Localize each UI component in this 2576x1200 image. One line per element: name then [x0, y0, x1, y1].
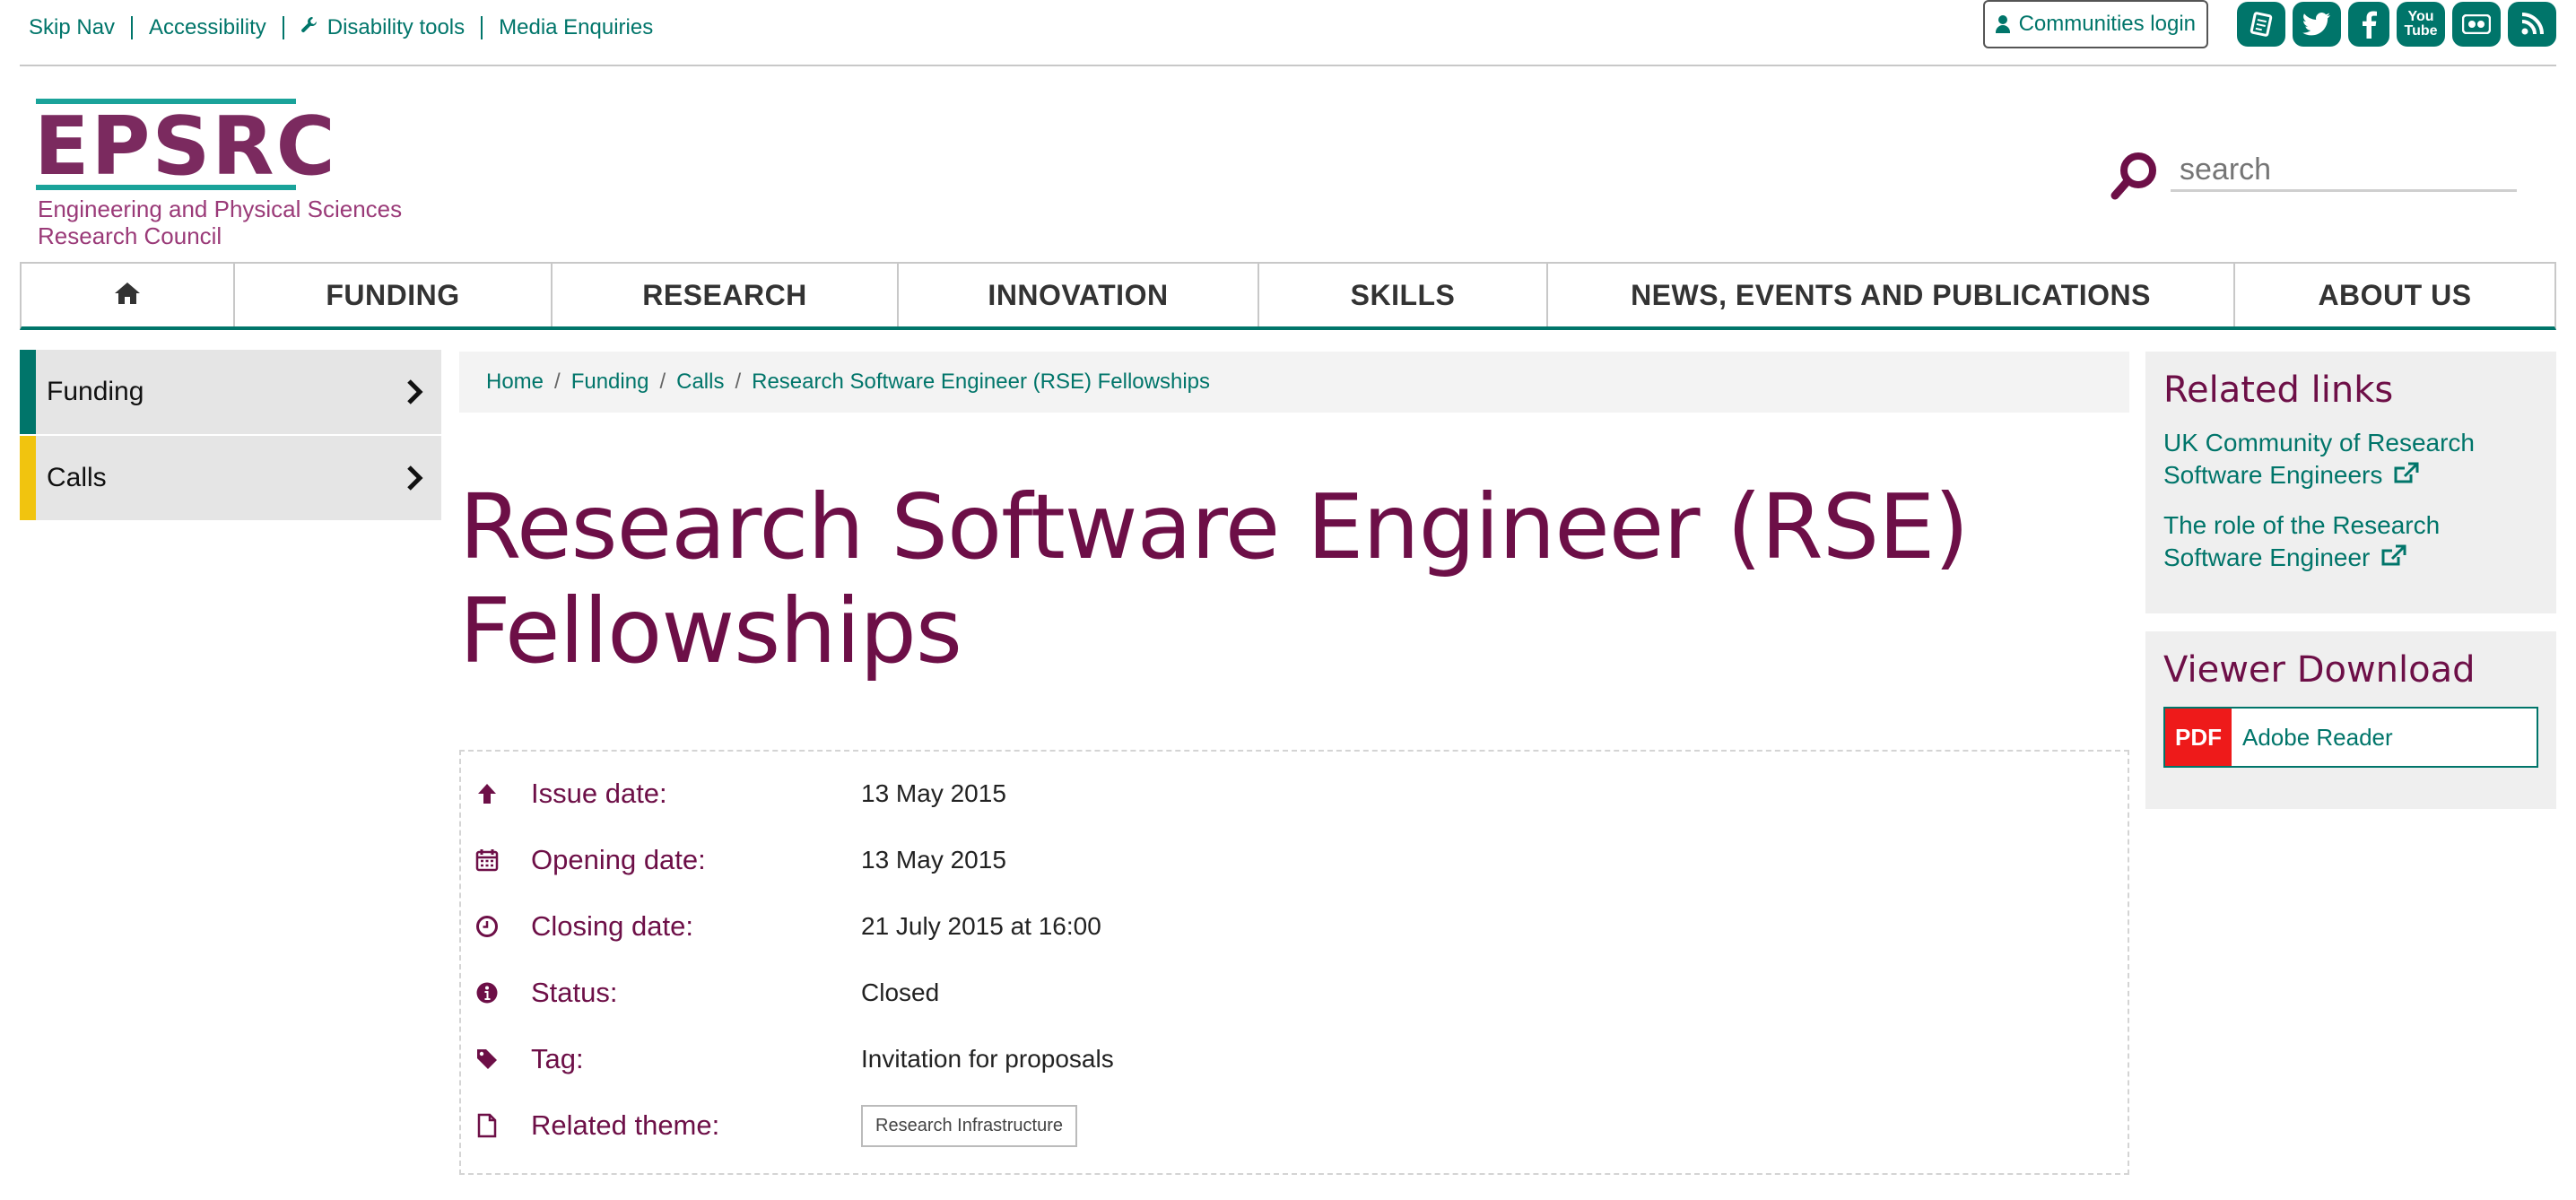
logo-subtitle-line1: Engineering and Physical Sciences: [38, 196, 403, 222]
person-icon: [1995, 15, 2010, 33]
breadcrumb: Home / Funding / Calls / Research Softwa…: [459, 352, 2129, 413]
clock-icon: [474, 913, 500, 940]
logo-subtitle: Engineering and Physical Sciences Resear…: [38, 196, 402, 249]
search-box: [2108, 143, 2520, 201]
section-sidebar: Funding Calls: [20, 350, 441, 522]
external-link-icon: [2393, 461, 2420, 493]
calendar-icon: [474, 847, 500, 874]
utility-right: Communities login You Tube: [1982, 0, 2556, 48]
nav-home[interactable]: [22, 264, 235, 326]
adobe-reader-download[interactable]: PDF Adobe Reader: [2163, 707, 2538, 768]
chevron-right-icon: [396, 374, 432, 410]
logo-wordmark: EPSRC: [34, 100, 337, 194]
nav-innovation[interactable]: INNOVATION: [899, 264, 1259, 326]
tag-icon: [474, 1046, 500, 1073]
utility-bar: Skip Nav Accessibility Disability tools …: [20, 0, 2556, 66]
breadcrumb-separator: /: [659, 370, 666, 394]
viewer-download-heading: Viewer Download: [2163, 649, 2476, 691]
issue-date-label: Issue date:: [531, 778, 667, 809]
disability-tools-label: Disability tools: [326, 15, 466, 39]
sidebar-item-label: Funding: [47, 377, 144, 406]
accessibility-link[interactable]: Accessibility: [133, 16, 284, 39]
related-link-line2: Software Engineer: [2163, 543, 2371, 571]
breadcrumb-separator: /: [554, 370, 561, 394]
related-theme-row: Related theme: Research Infrastructure: [461, 1103, 2128, 1148]
page-title-line1: Research Software Engineer (RSE): [459, 474, 1969, 579]
issue-date-row: Issue date: 13 May 2015: [461, 771, 2128, 816]
status-row: Status: Closed: [461, 970, 2128, 1015]
youtube-icon[interactable]: You Tube: [2397, 2, 2445, 47]
nav-skills[interactable]: SKILLS: [1259, 264, 1548, 326]
nav-news-events-publications[interactable]: NEWS, EVENTS AND PUBLICATIONS: [1548, 264, 2235, 326]
closing-date-row: Closing date: 21 July 2015 at 16:00: [461, 904, 2128, 949]
youtube-icon-text: You Tube: [2404, 9, 2438, 39]
logo-bottom-bar: [36, 185, 296, 190]
tag-label: Tag:: [531, 1043, 584, 1074]
breadcrumb-home[interactable]: Home: [486, 370, 544, 395]
breadcrumb-current[interactable]: Research Software Engineer (RSE) Fellows…: [752, 370, 1210, 395]
related-links-heading: Related links: [2163, 370, 2394, 411]
opening-date-value: 13 May 2015: [861, 846, 1006, 874]
related-links-panel: Related links UK Community of Research S…: [2145, 352, 2556, 613]
communities-login-button[interactable]: Communities login: [1982, 0, 2208, 48]
related-link-line2: Software Engineers: [2163, 461, 2383, 489]
status-label: Status:: [531, 977, 618, 1008]
opening-date-label: Opening date:: [531, 844, 706, 875]
pdf-icon: PDF: [2165, 709, 2232, 766]
facebook-icon[interactable]: [2348, 2, 2389, 47]
tag-value: Invitation for proposals: [861, 1045, 1114, 1073]
breadcrumb-separator: /: [735, 370, 742, 394]
info-icon: [474, 979, 500, 1006]
rss-icon[interactable]: [2508, 2, 2556, 47]
twitter-icon[interactable]: [2293, 2, 2341, 47]
sidebar-stripe-funding: [20, 350, 36, 434]
skip-nav-link[interactable]: Skip Nav: [29, 16, 134, 39]
sidebar-item-calls[interactable]: Calls: [20, 436, 441, 520]
closing-date-label: Closing date:: [531, 910, 693, 942]
related-link-line1: UK Community of Research: [2163, 429, 2476, 457]
nav-about-us[interactable]: ABOUT US: [2235, 264, 2554, 326]
document-icon: [474, 1112, 500, 1139]
closing-date-value: 21 July 2015 at 16:00: [861, 912, 1101, 940]
main-nav: FUNDING RESEARCH INNOVATION SKILLS NEWS,…: [20, 262, 2556, 330]
page-title-line2: Fellowships: [459, 578, 962, 683]
breadcrumb-funding[interactable]: Funding: [571, 370, 649, 395]
flickr-icon[interactable]: [2452, 2, 2501, 47]
viewer-download-panel: Viewer Download PDF Adobe Reader: [2145, 631, 2556, 809]
epsrc-logo[interactable]: EPSRC Engineering and Physical Sciences …: [34, 99, 413, 251]
sidebar-item-funding[interactable]: Funding: [20, 350, 441, 434]
wrench-icon: [300, 16, 318, 39]
chevron-right-icon: [396, 460, 432, 496]
sidebar-item-label: Calls: [47, 463, 107, 492]
communities-login-label: Communities login: [2018, 12, 2196, 36]
call-details: Issue date: 13 May 2015 Opening date: 13…: [459, 750, 2129, 1175]
nav-research[interactable]: RESEARCH: [553, 264, 899, 326]
utility-links: Skip Nav Accessibility Disability tools …: [29, 16, 669, 39]
logo-subtitle-line2: Research Council: [38, 222, 222, 249]
disability-tools-link[interactable]: Disability tools: [284, 16, 483, 39]
nav-funding[interactable]: FUNDING: [235, 264, 553, 326]
blog-icon[interactable]: [2237, 2, 2285, 47]
arrow-up-icon: [474, 780, 500, 807]
external-link-icon: [2380, 543, 2407, 576]
related-link-uk-community[interactable]: UK Community of Research Software Engine…: [2163, 427, 2538, 493]
adobe-reader-label: Adobe Reader: [2242, 723, 2393, 751]
sidebar-stripe-calls: [20, 436, 36, 520]
tag-row: Tag: Invitation for proposals: [461, 1037, 2128, 1082]
home-icon: [114, 279, 141, 312]
related-theme-tag[interactable]: Research Infrastructure: [861, 1104, 1077, 1147]
page-title: Research Software Engineer (RSE) Fellows…: [459, 475, 2163, 683]
search-icon[interactable]: [2108, 149, 2162, 203]
related-theme-label: Related theme:: [531, 1109, 720, 1141]
opening-date-row: Opening date: 13 May 2015: [461, 838, 2128, 883]
related-link-role-rse[interactable]: The role of the Research Software Engine…: [2163, 509, 2538, 576]
media-enquiries-link[interactable]: Media Enquiries: [483, 16, 669, 39]
breadcrumb-calls[interactable]: Calls: [676, 370, 724, 395]
issue-date-value: 13 May 2015: [861, 779, 1006, 807]
search-input[interactable]: [2171, 151, 2517, 192]
status-value: Closed: [861, 978, 940, 1006]
related-link-line1: The role of the Research: [2163, 511, 2441, 539]
